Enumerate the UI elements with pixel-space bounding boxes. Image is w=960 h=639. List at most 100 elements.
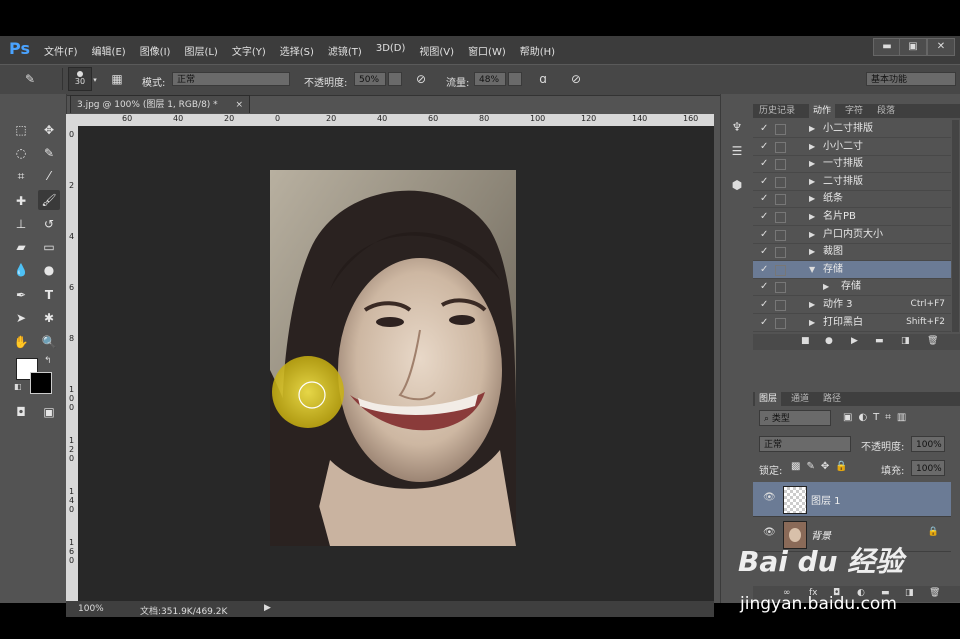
check-icon[interactable]: ✓ [760, 314, 768, 331]
action-row[interactable]: ✓ ▶ 户口内页大小 [753, 226, 951, 244]
tab-actions[interactable]: 动作 [809, 104, 836, 118]
disclosure-closed-icon[interactable]: ▶ [809, 155, 815, 172]
dialog-toggle-box[interactable] [775, 247, 786, 259]
dialog-toggle-box[interactable] [775, 264, 786, 276]
brush-presets-panel-icon[interactable]: ♆ [728, 118, 746, 136]
stamp-tool-icon[interactable]: ⊥ [10, 214, 32, 234]
close-button[interactable]: ✕ [927, 38, 955, 56]
check-icon[interactable]: ✓ [760, 226, 768, 243]
record-icon[interactable]: ● [825, 336, 833, 346]
check-icon[interactable]: ✓ [760, 296, 768, 313]
menu-layer[interactable]: 图层(L) [184, 43, 217, 58]
eye-icon[interactable]: 👁 [763, 492, 776, 503]
dialog-toggle-box[interactable] [775, 141, 786, 153]
path-select-tool-icon[interactable]: ➤ [10, 308, 32, 328]
history-brush-tool-icon[interactable]: ↺ [38, 214, 60, 234]
flow-dropdown[interactable] [508, 72, 522, 86]
airbrush-icon[interactable]: ɑ [534, 70, 552, 88]
hand-tool-icon[interactable]: ✋ [10, 332, 32, 352]
layer-blend-select[interactable]: 正常 [759, 436, 851, 452]
menu-3d[interactable]: 3D(D) [376, 43, 406, 58]
action-row[interactable]: ✓ ▶ 纸条 [753, 190, 951, 209]
action-row[interactable]: ✓ ▶ 名片PB [753, 208, 951, 226]
crop-tool-icon[interactable]: ⌗ [10, 166, 32, 186]
dialog-toggle-box[interactable] [775, 212, 786, 223]
disclosure-closed-icon[interactable]: ▶ [809, 314, 815, 331]
stop-icon[interactable]: ■ [801, 336, 810, 346]
menu-filter[interactable]: 滤镜(T) [328, 43, 362, 58]
disclosure-closed-icon[interactable]: ▶ [809, 173, 815, 190]
workspace-select[interactable]: 基本功能 [866, 72, 956, 86]
new-action-icon[interactable]: ◨ [901, 336, 910, 346]
close-tab-icon[interactable]: × [235, 96, 243, 114]
brush-tool-icon[interactable]: 🖌 [38, 190, 60, 210]
disclosure-open-icon[interactable]: ▼ [809, 261, 815, 278]
action-row[interactable]: ✓ ▶ 动作 3 Ctrl+F7 [753, 296, 951, 314]
action-row[interactable]: ✓ ▼ 存储 [753, 260, 951, 279]
dialog-toggle-box[interactable] [775, 176, 786, 188]
tab-paths[interactable]: 路径 [819, 392, 845, 406]
menu-view[interactable]: 视图(V) [419, 43, 454, 58]
action-row[interactable]: ✓ ▶ 裁图 [753, 243, 951, 262]
shape-tool-icon[interactable]: ✱ [38, 308, 60, 328]
pressure-opacity-icon[interactable]: ⊘ [412, 70, 430, 88]
menu-window[interactable]: 窗口(W) [468, 43, 506, 58]
action-row[interactable]: ✓ ▶ 存储 [753, 278, 951, 297]
disclosure-closed-icon[interactable]: ▶ [809, 138, 815, 155]
check-icon[interactable]: ✓ [760, 120, 768, 137]
type-tool-icon[interactable]: T [38, 285, 60, 305]
eraser-tool-icon[interactable]: ▰ [10, 237, 32, 257]
tab-layers[interactable]: 图层 [755, 392, 782, 406]
maximize-button[interactable]: ▣ [899, 38, 927, 56]
action-row[interactable]: ✓ ▶ 二寸排版 [753, 173, 951, 191]
check-icon[interactable]: ✓ [760, 155, 768, 172]
layer-opacity-input[interactable]: 100% [911, 436, 945, 452]
dialog-toggle-box[interactable] [775, 194, 786, 206]
opacity-input[interactable]: 50% [354, 72, 386, 86]
disclosure-closed-icon[interactable]: ▶ [823, 278, 829, 295]
disclosure-closed-icon[interactable]: ▶ [809, 208, 815, 225]
eye-icon[interactable]: 👁 [763, 527, 776, 538]
check-icon[interactable]: ✓ [760, 243, 768, 260]
disclosure-closed-icon[interactable]: ▶ [809, 120, 815, 137]
new-set-icon[interactable]: ▬ [875, 336, 884, 346]
check-icon[interactable]: ✓ [760, 208, 768, 225]
action-row[interactable]: ✓ ▶ 小二寸排版 [753, 120, 951, 138]
menu-edit[interactable]: 编辑(E) [92, 43, 126, 58]
layer-filter-icons[interactable]: ▣◐T⌗▥ [843, 412, 912, 423]
move-tool-icon[interactable]: ✥ [38, 120, 60, 140]
menu-select[interactable]: 选择(S) [280, 43, 314, 58]
mode-select[interactable]: 正常 [172, 72, 290, 86]
dialog-toggle-box[interactable] [775, 282, 786, 294]
document-photo[interactable] [270, 170, 516, 546]
check-icon[interactable]: ✓ [760, 138, 768, 155]
lasso-tool-icon[interactable]: ◌ [10, 143, 32, 163]
check-icon[interactable]: ✓ [760, 190, 768, 207]
check-icon[interactable]: ✓ [760, 261, 768, 278]
action-row[interactable]: ✓ ▶ 一寸排版 [753, 155, 951, 174]
gradient-tool-icon[interactable]: ▭ [38, 237, 60, 257]
play-icon[interactable]: ▶ [851, 336, 858, 346]
dialog-toggle-box[interactable] [775, 159, 786, 171]
swap-colors-icon[interactable]: ↰ [44, 356, 52, 366]
tab-channels[interactable]: 通道 [787, 392, 813, 406]
new-layer-icon[interactable]: ◨ [905, 588, 914, 598]
eyedropper-tool-icon[interactable]: ⁄ [38, 166, 60, 186]
blur-tool-icon[interactable]: 💧 [10, 260, 32, 280]
quick-mask-icon[interactable]: ◘ [10, 402, 32, 422]
menu-help[interactable]: 帮助(H) [520, 43, 555, 58]
healing-brush-tool-icon[interactable]: ✚ [10, 191, 32, 211]
menu-image[interactable]: 图像(I) [140, 43, 171, 58]
disclosure-closed-icon[interactable]: ▶ [809, 226, 815, 243]
pressure-size-icon[interactable]: ⊘ [567, 70, 585, 88]
layer-row-layer1[interactable]: 👁 图层 1 [753, 482, 951, 517]
tab-paragraph[interactable]: 段落 [873, 104, 899, 118]
minimize-button[interactable]: ▬ [873, 38, 901, 56]
pen-tool-icon[interactable]: ✒ [10, 285, 32, 305]
menu-file[interactable]: 文件(F) [44, 43, 78, 58]
screen-mode-icon[interactable]: ▣ [38, 402, 60, 422]
disclosure-closed-icon[interactable]: ▶ [809, 190, 815, 207]
lock-icons[interactable]: ▩✎✥🔒 [791, 461, 854, 472]
check-icon[interactable]: ✓ [760, 173, 768, 190]
tab-character[interactable]: 字符 [841, 104, 867, 118]
